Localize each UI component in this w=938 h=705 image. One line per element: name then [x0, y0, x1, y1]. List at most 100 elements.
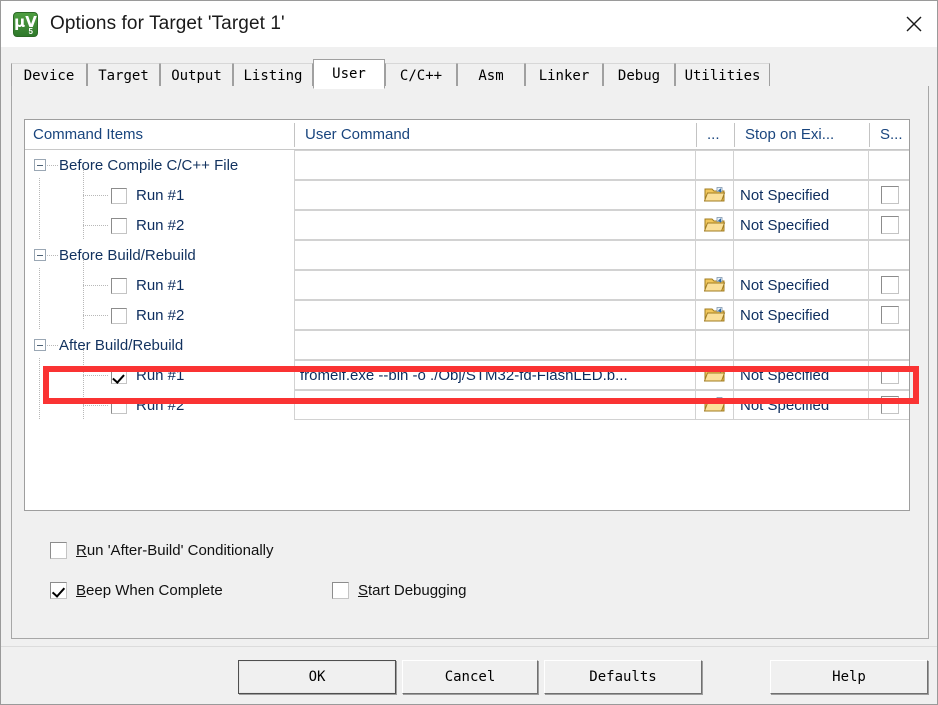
- cancel-button[interactable]: Cancel: [402, 660, 538, 694]
- ok-button[interactable]: OK: [238, 660, 396, 694]
- s-cell[interactable]: [869, 390, 909, 420]
- table-row[interactable]: Run #1 fromelf.exe --bin -o ./Obj/STM32-…: [25, 360, 909, 390]
- run-checkbox[interactable]: [111, 218, 127, 234]
- tab-target[interactable]: Target: [87, 63, 160, 87]
- run-checkbox[interactable]: [111, 278, 127, 294]
- tab-asm[interactable]: Asm: [457, 63, 525, 87]
- tab-utilities[interactable]: Utilities: [675, 63, 770, 87]
- s-cell: [869, 330, 909, 360]
- header-command-items[interactable]: Command Items: [25, 120, 294, 149]
- open-folder-icon: [703, 187, 725, 202]
- command-cell[interactable]: [294, 210, 696, 240]
- open-folder-icon: [703, 277, 725, 292]
- run-label: Run #2: [136, 216, 185, 234]
- run-checkbox[interactable]: [111, 308, 127, 324]
- table-row[interactable]: Run #1 Not Specified: [25, 270, 909, 300]
- browse-cell[interactable]: [696, 210, 734, 240]
- run-label: Run #1: [136, 276, 185, 294]
- row-label: Run #1: [25, 270, 294, 300]
- run-after-build-conditionally-checkbox[interactable]: [50, 542, 67, 559]
- s-checkbox[interactable]: [880, 186, 899, 204]
- tab-output-label: Output: [171, 67, 222, 84]
- run-checkbox[interactable]: [111, 398, 127, 414]
- tab-user[interactable]: User: [313, 59, 385, 89]
- tab-c-cpp[interactable]: C/C++: [385, 63, 457, 87]
- s-cell[interactable]: [869, 300, 909, 330]
- table-row[interactable]: Run #1 Not Specified: [25, 180, 909, 210]
- stop-cell[interactable]: Not Specified: [734, 390, 869, 420]
- browse-cell: [696, 240, 734, 270]
- help-button[interactable]: Help: [770, 660, 928, 694]
- browse-cell[interactable]: [696, 390, 734, 420]
- command-cell[interactable]: [294, 180, 696, 210]
- start-debugging-checkbox[interactable]: [332, 582, 349, 599]
- command-cell[interactable]: [294, 300, 696, 330]
- s-cell: [869, 150, 909, 180]
- run-checkbox[interactable]: [111, 368, 127, 384]
- group-label: Before Compile C/C++ File: [59, 156, 239, 174]
- table-row[interactable]: Before Build/Rebuild: [25, 240, 909, 270]
- browse-cell[interactable]: [696, 180, 734, 210]
- row-label: After Build/Rebuild: [25, 330, 294, 360]
- tab-device[interactable]: Device: [11, 63, 87, 87]
- option-label: Run 'After-Build' Conditionally: [76, 542, 274, 559]
- s-checkbox[interactable]: [880, 396, 899, 414]
- table-row[interactable]: Run #2 Not Specified: [25, 390, 909, 420]
- s-checkbox[interactable]: [880, 306, 899, 324]
- stop-cell: [734, 150, 869, 180]
- beep-when-complete-checkbox[interactable]: [50, 582, 67, 599]
- option-beep-when-complete[interactable]: Beep When Complete: [50, 582, 223, 599]
- header-s[interactable]: S...: [872, 120, 909, 149]
- table-row[interactable]: Run #2 Not Specified: [25, 300, 909, 330]
- command-cell[interactable]: fromelf.exe --bin -o ./Obj/STM32-fd-Flas…: [294, 360, 696, 390]
- command-cell[interactable]: [294, 270, 696, 300]
- option-start-debugging[interactable]: Start Debugging: [332, 582, 466, 599]
- header-user-command[interactable]: User Command: [297, 120, 696, 149]
- tab-listing[interactable]: Listing: [233, 63, 313, 87]
- footer-separator: [1, 646, 937, 647]
- header-dots[interactable]: ...: [699, 120, 734, 149]
- command-cell[interactable]: [294, 390, 696, 420]
- stop-cell[interactable]: Not Specified: [734, 270, 869, 300]
- s-cell[interactable]: [869, 210, 909, 240]
- command-cell[interactable]: [294, 150, 696, 180]
- s-cell: [869, 240, 909, 270]
- table-row[interactable]: Run #2 Not Specified: [25, 210, 909, 240]
- table-row[interactable]: Before Compile C/C++ File: [25, 150, 909, 180]
- tab-strip: Device Target Output Listing User C/C++ …: [11, 59, 929, 89]
- option-run-after-build-conditionally[interactable]: Run 'After-Build' Conditionally: [50, 542, 274, 559]
- header-stop-on-exit[interactable]: Stop on Exi...: [737, 120, 869, 149]
- s-checkbox[interactable]: [880, 216, 899, 234]
- collapse-icon[interactable]: [34, 159, 46, 171]
- defaults-button[interactable]: Defaults: [544, 660, 702, 694]
- tab-listing-label: Listing: [243, 67, 303, 84]
- tab-linker[interactable]: Linker: [525, 63, 603, 87]
- tab-target-label: Target: [98, 67, 149, 84]
- tab-output[interactable]: Output: [160, 63, 233, 87]
- s-checkbox[interactable]: [880, 276, 899, 294]
- browse-cell[interactable]: [696, 360, 734, 390]
- stop-cell[interactable]: Not Specified: [734, 180, 869, 210]
- s-checkbox[interactable]: [880, 366, 899, 384]
- table-row[interactable]: After Build/Rebuild: [25, 330, 909, 360]
- command-cell[interactable]: [294, 330, 696, 360]
- browse-cell[interactable]: [696, 300, 734, 330]
- command-items-list[interactable]: Command Items User Command ... Stop on E…: [24, 119, 910, 511]
- s-cell[interactable]: [869, 360, 909, 390]
- s-cell[interactable]: [869, 270, 909, 300]
- collapse-icon[interactable]: [34, 249, 46, 261]
- collapse-icon[interactable]: [34, 339, 46, 351]
- stop-cell[interactable]: Not Specified: [734, 360, 869, 390]
- tab-debug-label: Debug: [617, 67, 661, 84]
- row-label: Run #2: [25, 300, 294, 330]
- run-checkbox[interactable]: [111, 188, 127, 204]
- command-cell[interactable]: [294, 240, 696, 270]
- browse-cell[interactable]: [696, 270, 734, 300]
- list-body: Before Compile C/C++ File Run #1 Not Spe…: [25, 150, 909, 510]
- close-icon[interactable]: [891, 1, 937, 47]
- tab-debug[interactable]: Debug: [603, 63, 675, 87]
- s-cell[interactable]: [869, 180, 909, 210]
- stop-cell[interactable]: Not Specified: [734, 300, 869, 330]
- stop-cell[interactable]: Not Specified: [734, 210, 869, 240]
- open-folder-icon: [703, 367, 725, 382]
